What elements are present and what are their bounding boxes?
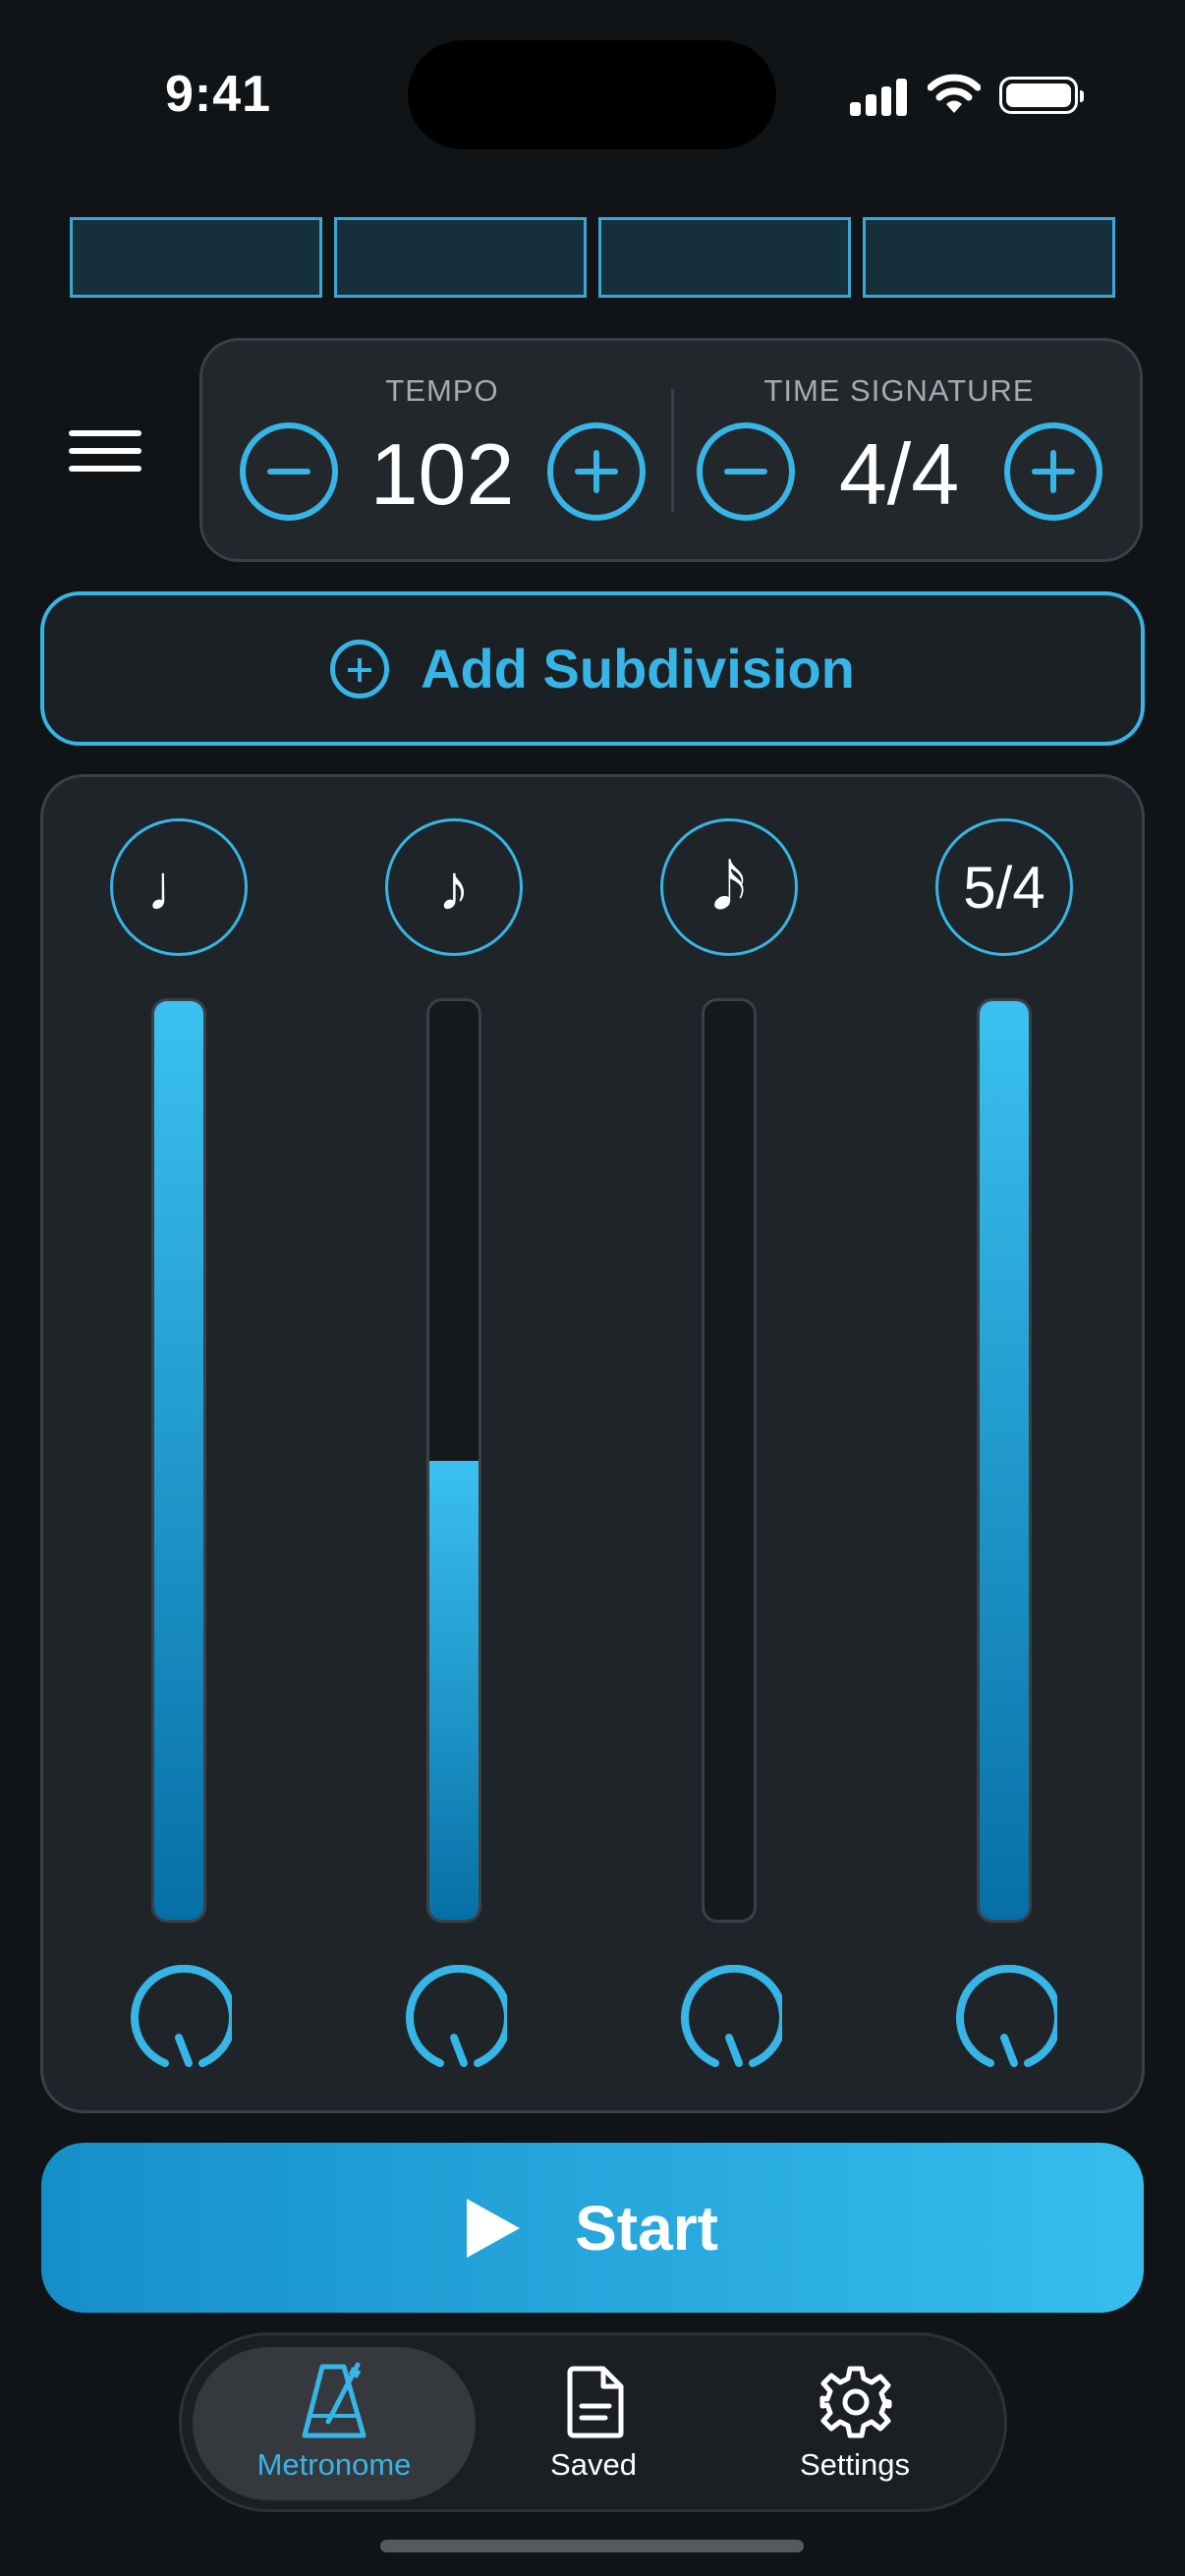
- knob-sixteenth-icon[interactable]: [676, 1965, 782, 2071]
- add-subdivision-label: Add Subdivision: [421, 638, 855, 700]
- timesig-decrease-button[interactable]: [697, 422, 795, 521]
- quarter-note-button[interactable]: ♩: [110, 818, 248, 956]
- add-subdivision-button[interactable]: Add Subdivision: [40, 591, 1145, 746]
- beat-indicator: [863, 217, 1115, 298]
- dynamic-island: [408, 40, 776, 149]
- volume-slider-quarter[interactable]: [151, 998, 206, 1923]
- tab-metronome-label: Metronome: [256, 2447, 412, 2482]
- timesig-increase-button[interactable]: [1004, 422, 1102, 521]
- time-signature-value: 4/4: [838, 425, 960, 523]
- tempo-value: 102: [369, 425, 515, 523]
- tab-saved-label: Saved: [550, 2447, 637, 2482]
- volume-fill: [980, 1001, 1029, 1920]
- volume-fill: [154, 1001, 203, 1920]
- plus-circle-icon: [330, 639, 390, 699]
- volume-slider-eighth[interactable]: [426, 998, 481, 1923]
- document-icon: [567, 2366, 624, 2438]
- time-signature-label: TIME SIGNATURE: [763, 373, 1035, 408]
- beat-indicators: [70, 217, 1115, 298]
- polyrhythm-label: 5/4: [963, 854, 1045, 921]
- eighth-note-icon: ♪: [437, 851, 471, 924]
- tab-settings[interactable]: Settings: [737, 2353, 973, 2491]
- tempo-decrease-button[interactable]: [240, 422, 338, 521]
- quarter-note-icon: ♩: [146, 851, 211, 924]
- cellular-signal-icon: [850, 77, 907, 116]
- start-button[interactable]: Start: [41, 2143, 1144, 2313]
- battery-icon: [999, 77, 1084, 114]
- knob-quarter-icon[interactable]: [126, 1965, 232, 2071]
- menu-icon[interactable]: [69, 430, 141, 472]
- metronome-icon: [302, 2362, 367, 2438]
- tab-metronome[interactable]: Metronome: [214, 2353, 454, 2491]
- panel-divider: [671, 389, 674, 512]
- tempo-label: TEMPO: [385, 373, 499, 408]
- tempo-increase-button[interactable]: [547, 422, 646, 521]
- volume-slider-sixteenth[interactable]: [702, 998, 757, 1923]
- beat-indicator: [70, 217, 322, 298]
- home-indicator: [380, 2540, 804, 2552]
- beat-indicator: [598, 217, 851, 298]
- play-icon: [467, 2198, 521, 2258]
- volume-slider-polyrhythm[interactable]: [977, 998, 1032, 1923]
- sixteenth-note-button[interactable]: 𝅘𝅥𝅯: [660, 818, 798, 956]
- knob-eighth-icon[interactable]: [401, 1965, 507, 2071]
- wifi-icon: [928, 74, 981, 113]
- tab-saved[interactable]: Saved: [476, 2353, 711, 2491]
- start-label: Start: [575, 2192, 718, 2264]
- sixteenth-note-icon: 𝅘𝅥𝅯: [711, 849, 747, 923]
- knob-polyrhythm-icon[interactable]: [951, 1965, 1057, 2071]
- status-time: 9:41: [165, 66, 272, 123]
- beat-indicator: [334, 217, 587, 298]
- polyrhythm-button[interactable]: 5/4: [935, 818, 1073, 956]
- volume-fill: [429, 1460, 479, 1920]
- gear-icon: [819, 2366, 892, 2438]
- eighth-note-button[interactable]: ♪: [385, 818, 523, 956]
- tab-settings-label: Settings: [799, 2447, 910, 2482]
